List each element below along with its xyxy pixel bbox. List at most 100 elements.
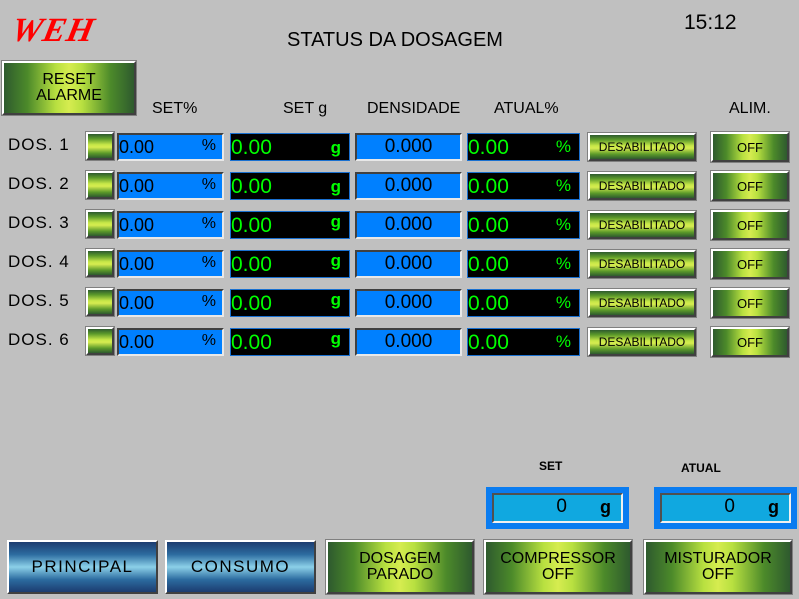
misturador-button[interactable]: MISTURADOR OFF <box>643 539 793 595</box>
consumo-button[interactable]: CONSUMO <box>165 540 316 594</box>
set-g-display: 0.00 g <box>230 250 350 278</box>
set-pct-input[interactable]: 0.00 % <box>117 211 224 239</box>
doser-status-label: DESABILITADO <box>598 140 686 154</box>
atual-pct-unit: % <box>555 215 571 234</box>
header-set-g: SET g <box>283 100 328 117</box>
set-pct-input[interactable]: 0.00 % <box>117 133 224 161</box>
clock: 15:12 <box>684 11 737 34</box>
total-atual-value: 0 <box>724 496 735 517</box>
set-g-unit: g <box>330 251 341 270</box>
total-atual-unit: g <box>768 497 779 517</box>
doser-status-label: DESABILITADO <box>598 218 686 232</box>
doser-label: DOS. 2 <box>8 174 70 193</box>
atual-pct-unit: % <box>555 176 571 195</box>
set-pct-value: 0.00 <box>119 215 155 235</box>
alim-toggle-button[interactable]: OFF <box>710 287 790 319</box>
densidade-input[interactable]: 0.000 <box>355 250 462 278</box>
total-set-display[interactable]: 0 g <box>486 487 629 529</box>
doser-status-label: DESABILITADO <box>598 257 686 271</box>
set-pct-unit: % <box>201 215 216 232</box>
doser-select-button[interactable] <box>85 209 115 239</box>
set-pct-input[interactable]: 0.00 % <box>117 250 224 278</box>
alim-toggle-button[interactable]: OFF <box>710 170 790 202</box>
densidade-input[interactable]: 0.000 <box>355 133 462 161</box>
total-set-label: SET <box>539 459 563 473</box>
alim-status-label: OFF <box>737 139 763 155</box>
atual-pct-unit: % <box>555 293 571 312</box>
dosagem-button[interactable]: DOSAGEM PARADO <box>325 539 475 595</box>
doser-select-button[interactable] <box>85 170 115 200</box>
weh-logo: WEH <box>8 12 99 49</box>
page-title: STATUS DA DOSAGEM <box>287 29 503 51</box>
reset-alarm-line1: RESET <box>42 71 96 88</box>
atual-pct-value: 0.00 <box>468 331 509 354</box>
doser-status-label: DESABILITADO <box>598 296 686 310</box>
atual-pct-display: 0.00 % <box>467 211 580 239</box>
header-atual-pct: ATUAL% <box>494 100 559 117</box>
total-atual-display: 0 g <box>654 487 797 529</box>
doser-select-button[interactable] <box>85 326 115 356</box>
alim-status-label: OFF <box>737 334 763 350</box>
set-pct-unit: % <box>201 293 216 310</box>
set-g-value: 0.00 <box>231 136 272 159</box>
compressor-line2: OFF <box>542 566 574 583</box>
set-g-value: 0.00 <box>231 214 272 237</box>
atual-pct-display: 0.00 % <box>467 133 580 161</box>
principal-button[interactable]: PRINCIPAL <box>7 540 158 594</box>
total-set-unit: g <box>600 497 611 517</box>
doser-label: DOS. 5 <box>8 291 70 310</box>
set-pct-input[interactable]: 0.00 % <box>117 172 224 200</box>
reset-alarm-button[interactable]: RESET ALARME <box>1 60 137 116</box>
compressor-button[interactable]: COMPRESSOR OFF <box>483 539 633 595</box>
set-g-unit: g <box>330 177 341 196</box>
set-g-unit: g <box>330 212 341 231</box>
reset-alarm-line2: ALARME <box>36 87 102 104</box>
header-densidade: DENSIDADE <box>367 100 461 117</box>
densidade-input[interactable]: 0.000 <box>355 172 462 200</box>
atual-pct-value: 0.00 <box>468 175 509 198</box>
set-pct-unit: % <box>201 137 216 154</box>
header-alim: ALIM. <box>729 100 771 117</box>
atual-pct-value: 0.00 <box>468 292 509 315</box>
set-pct-value: 0.00 <box>119 137 155 157</box>
doser-status-button[interactable]: DESABILITADO <box>587 210 697 240</box>
densidade-input[interactable]: 0.000 <box>355 328 462 356</box>
set-pct-input[interactable]: 0.00 % <box>117 328 224 356</box>
atual-pct-value: 0.00 <box>468 253 509 276</box>
atual-pct-value: 0.00 <box>468 136 509 159</box>
alim-toggle-button[interactable]: OFF <box>710 248 790 280</box>
atual-pct-unit: % <box>555 332 571 351</box>
set-g-unit: g <box>330 290 341 309</box>
atual-pct-unit: % <box>555 137 571 156</box>
atual-pct-display: 0.00 % <box>467 250 580 278</box>
densidade-input[interactable]: 0.000 <box>355 289 462 317</box>
doser-status-button[interactable]: DESABILITADO <box>587 132 697 162</box>
doser-status-button[interactable]: DESABILITADO <box>587 327 697 357</box>
doser-select-button[interactable] <box>85 287 115 317</box>
compressor-line1: COMPRESSOR <box>500 550 616 567</box>
dosagem-line1: DOSAGEM <box>359 550 441 567</box>
doser-select-button[interactable] <box>85 248 115 278</box>
alim-toggle-button[interactable]: OFF <box>710 326 790 358</box>
set-pct-value: 0.00 <box>119 254 155 274</box>
misturador-line2: OFF <box>702 566 734 583</box>
set-pct-unit: % <box>201 176 216 193</box>
doser-status-button[interactable]: DESABILITADO <box>587 249 697 279</box>
alim-status-label: OFF <box>737 256 763 272</box>
set-pct-unit: % <box>201 332 216 349</box>
atual-pct-display: 0.00 % <box>467 328 580 356</box>
alim-toggle-button[interactable]: OFF <box>710 209 790 241</box>
set-g-unit: g <box>330 329 341 348</box>
set-g-display: 0.00 g <box>230 133 350 161</box>
doser-select-button[interactable] <box>85 131 115 161</box>
set-pct-input[interactable]: 0.00 % <box>117 289 224 317</box>
total-set-value: 0 <box>556 496 567 517</box>
total-atual-label: ATUAL <box>681 461 721 475</box>
set-g-unit: g <box>330 138 341 157</box>
doser-status-button[interactable]: DESABILITADO <box>587 288 697 318</box>
doser-status-button[interactable]: DESABILITADO <box>587 171 697 201</box>
atual-pct-display: 0.00 % <box>467 172 580 200</box>
doser-label: DOS. 1 <box>8 135 70 154</box>
densidade-input[interactable]: 0.000 <box>355 211 462 239</box>
alim-toggle-button[interactable]: OFF <box>710 131 790 163</box>
